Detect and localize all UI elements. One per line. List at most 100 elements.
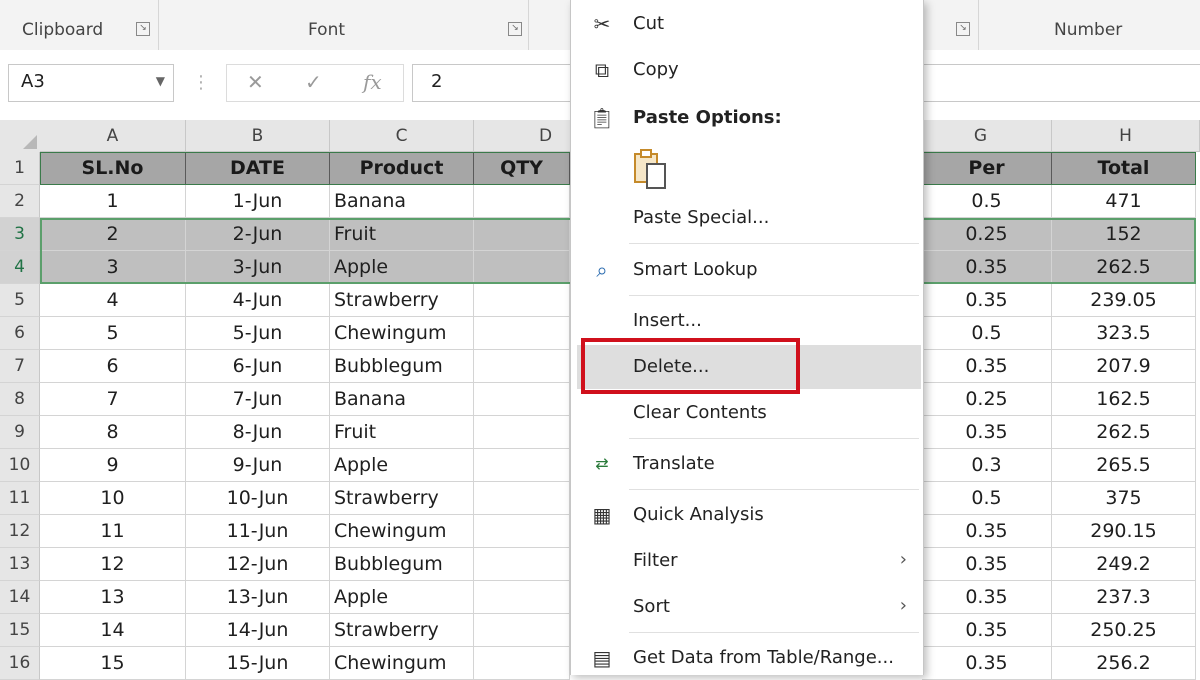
- paste-icon[interactable]: [631, 148, 671, 192]
- cell-product[interactable]: Apple: [330, 449, 474, 482]
- header-cell[interactable]: Product: [330, 152, 474, 185]
- cell-qty[interactable]: [474, 614, 570, 647]
- font-launcher-icon[interactable]: ↘: [508, 22, 522, 36]
- menu-item-smart-lookup[interactable]: ⌕ Smart Lookup: [571, 248, 921, 292]
- cell-qty[interactable]: [474, 416, 570, 449]
- cell-qty[interactable]: [474, 185, 570, 218]
- clipboard-launcher-icon[interactable]: ↘: [136, 22, 150, 36]
- header-cell[interactable]: Per: [922, 152, 1052, 185]
- cell-per[interactable]: 0.35: [922, 350, 1052, 383]
- cell-total[interactable]: 249.2: [1052, 548, 1196, 581]
- cell-per[interactable]: 0.3: [922, 449, 1052, 482]
- cell-qty[interactable]: [474, 350, 570, 383]
- column-header-a[interactable]: A: [40, 120, 186, 152]
- cell-total[interactable]: 250.25: [1052, 614, 1196, 647]
- cell-per[interactable]: 0.35: [922, 515, 1052, 548]
- column-header-g[interactable]: G: [910, 120, 1052, 152]
- formula-bar-splitter[interactable]: ⋮: [192, 72, 210, 93]
- row-header[interactable]: 3: [0, 218, 40, 251]
- cell-qty[interactable]: [474, 218, 570, 251]
- cell-qty[interactable]: [474, 251, 570, 284]
- cell-sl-no[interactable]: 11: [40, 515, 186, 548]
- function-icon[interactable]: fx: [363, 70, 382, 94]
- cell-sl-no[interactable]: 12: [40, 548, 186, 581]
- cell-per[interactable]: 0.5: [922, 185, 1052, 218]
- cell-sl-no[interactable]: 7: [40, 383, 186, 416]
- cell-qty[interactable]: [474, 449, 570, 482]
- cell-date[interactable]: 10-Jun: [186, 482, 330, 515]
- cell-total[interactable]: 290.15: [1052, 515, 1196, 548]
- header-cell[interactable]: DATE: [186, 152, 330, 185]
- cell-sl-no[interactable]: 15: [40, 647, 186, 680]
- menu-item-get-data[interactable]: ▤ Get Data from Table/Range...: [571, 636, 921, 680]
- cell-per[interactable]: 0.35: [922, 251, 1052, 284]
- cell-total[interactable]: 152: [1052, 218, 1196, 251]
- cell-qty[interactable]: [474, 548, 570, 581]
- menu-item-paste-special[interactable]: Paste Special...: [571, 196, 921, 240]
- cell-qty[interactable]: [474, 581, 570, 614]
- cell-per[interactable]: 0.35: [922, 614, 1052, 647]
- cell-sl-no[interactable]: 6: [40, 350, 186, 383]
- cell-date[interactable]: 2-Jun: [186, 218, 330, 251]
- menu-item-cut[interactable]: ✂ Cut: [571, 2, 921, 46]
- cell-date[interactable]: 1-Jun: [186, 185, 330, 218]
- chevron-down-icon[interactable]: ▼: [156, 74, 165, 88]
- menu-item-sort[interactable]: Sort ›: [571, 585, 921, 629]
- row-header[interactable]: 5: [0, 284, 40, 317]
- row-header[interactable]: 10: [0, 449, 40, 482]
- cell-date[interactable]: 6-Jun: [186, 350, 330, 383]
- cell-per[interactable]: 0.35: [922, 647, 1052, 680]
- cell-product[interactable]: Strawberry: [330, 482, 474, 515]
- row-header[interactable]: 9: [0, 416, 40, 449]
- cell-date[interactable]: 4-Jun: [186, 284, 330, 317]
- cell-sl-no[interactable]: 10: [40, 482, 186, 515]
- cell-total[interactable]: 239.05: [1052, 284, 1196, 317]
- menu-item-clear-contents[interactable]: Clear Contents: [571, 391, 921, 435]
- row-header[interactable]: 6: [0, 317, 40, 350]
- row-header[interactable]: 1: [0, 152, 40, 185]
- cancel-icon[interactable]: ✕: [247, 70, 264, 94]
- cell-sl-no[interactable]: 4: [40, 284, 186, 317]
- cell-total[interactable]: 375: [1052, 482, 1196, 515]
- cell-total[interactable]: 471: [1052, 185, 1196, 218]
- menu-item-filter[interactable]: Filter ›: [571, 539, 921, 583]
- column-header-c[interactable]: C: [330, 120, 474, 152]
- cell-per[interactable]: 0.35: [922, 416, 1052, 449]
- cell-sl-no[interactable]: 5: [40, 317, 186, 350]
- cell-date[interactable]: 7-Jun: [186, 383, 330, 416]
- cell-qty[interactable]: [474, 383, 570, 416]
- cell-total[interactable]: 262.5: [1052, 416, 1196, 449]
- cell-per[interactable]: 0.35: [922, 581, 1052, 614]
- row-header[interactable]: 14: [0, 581, 40, 614]
- cell-qty[interactable]: [474, 284, 570, 317]
- cell-date[interactable]: 9-Jun: [186, 449, 330, 482]
- cell-total[interactable]: 256.2: [1052, 647, 1196, 680]
- cell-product[interactable]: Banana: [330, 185, 474, 218]
- cell-total[interactable]: 162.5: [1052, 383, 1196, 416]
- cell-date[interactable]: 3-Jun: [186, 251, 330, 284]
- select-all-corner[interactable]: [0, 120, 41, 153]
- cell-sl-no[interactable]: 3: [40, 251, 186, 284]
- cell-qty[interactable]: [474, 482, 570, 515]
- row-header[interactable]: 12: [0, 515, 40, 548]
- row-header[interactable]: 11: [0, 482, 40, 515]
- cell-per[interactable]: 0.35: [922, 548, 1052, 581]
- cell-total[interactable]: 265.5: [1052, 449, 1196, 482]
- cell-total[interactable]: 207.9: [1052, 350, 1196, 383]
- cell-total[interactable]: 323.5: [1052, 317, 1196, 350]
- cell-product[interactable]: Chewingum: [330, 647, 474, 680]
- cell-qty[interactable]: [474, 515, 570, 548]
- cell-product[interactable]: Apple: [330, 581, 474, 614]
- menu-item-insert[interactable]: Insert...: [571, 299, 921, 343]
- enter-icon[interactable]: ✓: [305, 70, 322, 94]
- cell-date[interactable]: 12-Jun: [186, 548, 330, 581]
- cell-product[interactable]: Bubblegum: [330, 350, 474, 383]
- cell-sl-no[interactable]: 1: [40, 185, 186, 218]
- cell-per[interactable]: 0.35: [922, 284, 1052, 317]
- cell-sl-no[interactable]: 13: [40, 581, 186, 614]
- cell-product[interactable]: Fruit: [330, 416, 474, 449]
- menu-item-copy[interactable]: ⧉ Copy: [571, 48, 921, 92]
- cell-product[interactable]: Fruit: [330, 218, 474, 251]
- cell-per[interactable]: 0.5: [922, 482, 1052, 515]
- name-box[interactable]: A3 ▼: [8, 64, 174, 102]
